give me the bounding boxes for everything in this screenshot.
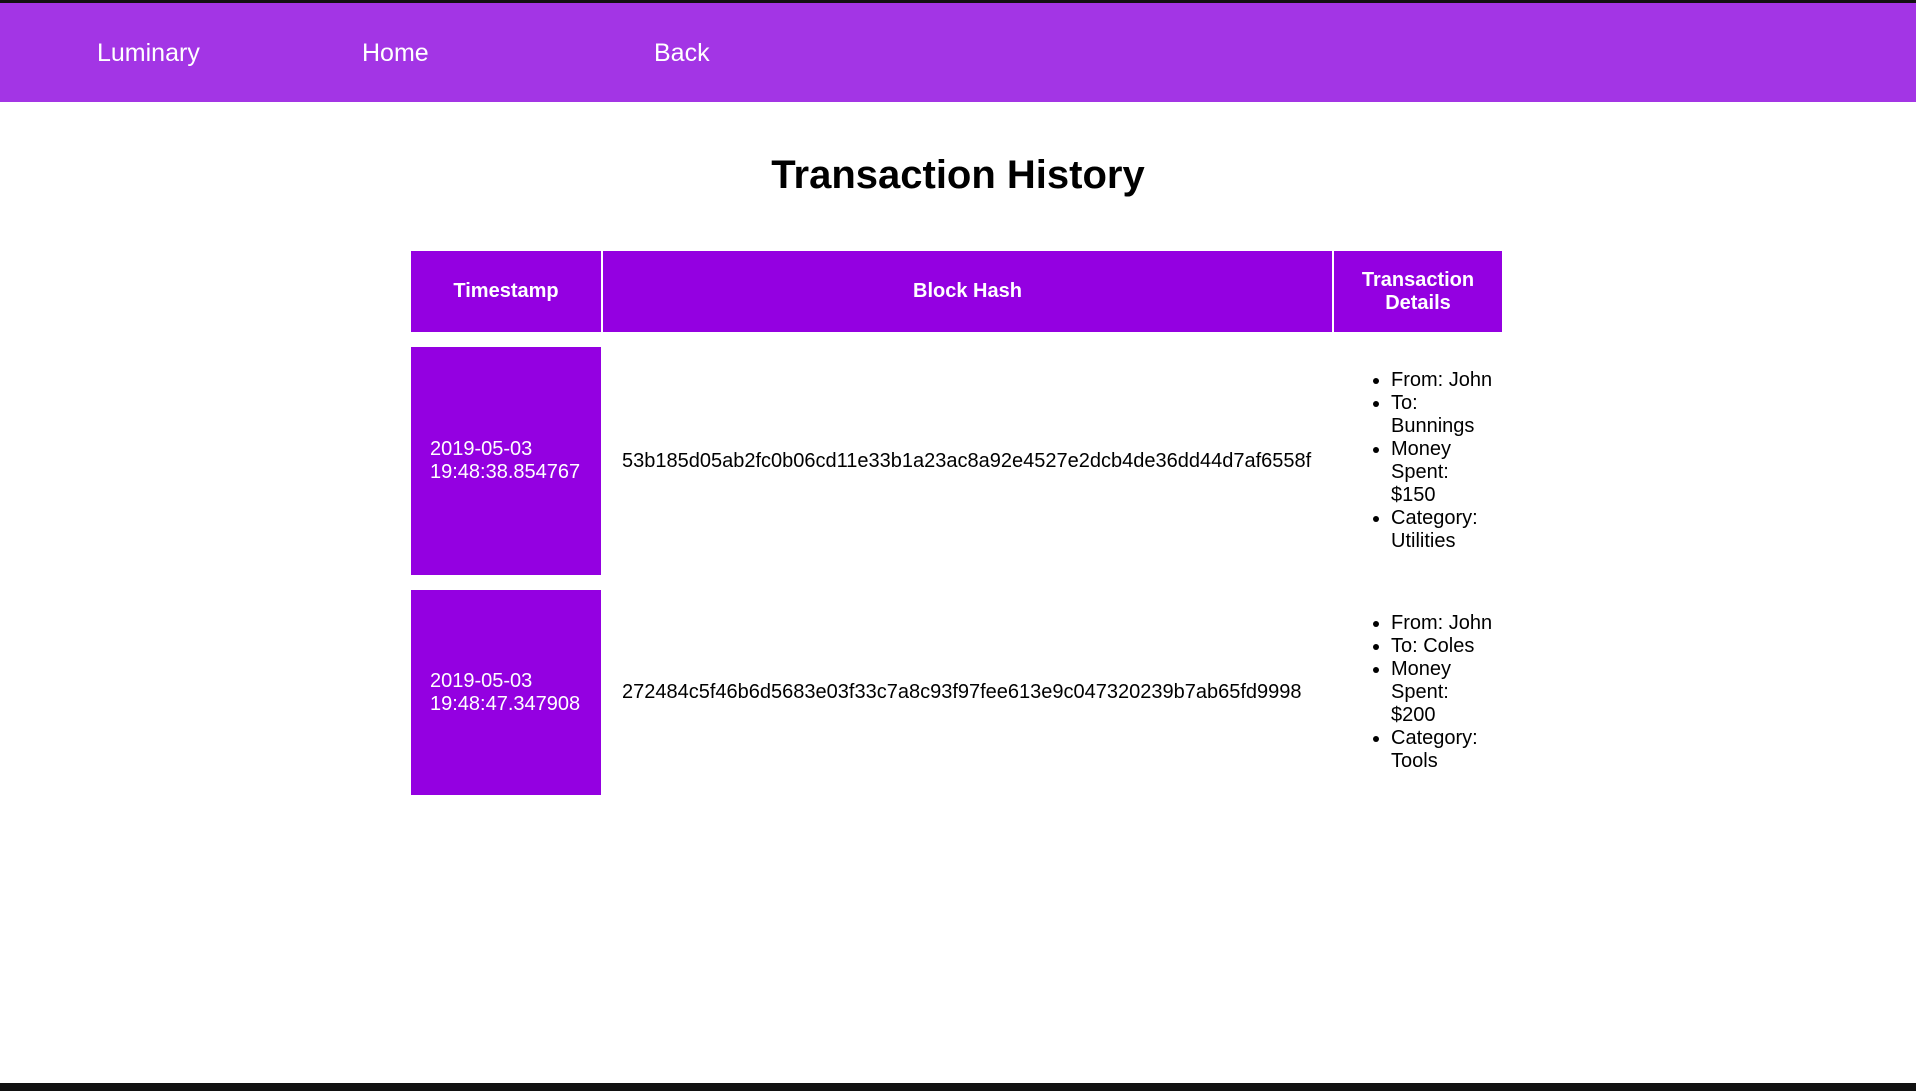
detail-money-spent: Money Spent: $150 bbox=[1391, 438, 1494, 507]
home-link[interactable]: Home bbox=[362, 3, 429, 103]
table-row: 2019-05-03 19:48:38.854767 53b185d05ab2f… bbox=[411, 347, 1502, 575]
detail-to: To: Coles bbox=[1391, 635, 1494, 658]
detail-category: Category: Utilities bbox=[1391, 507, 1494, 553]
timestamp-cell: 2019-05-03 19:48:47.347908 bbox=[411, 590, 601, 795]
table-row: 2019-05-03 19:48:47.347908 272484c5f46b6… bbox=[411, 590, 1502, 795]
transaction-details-cell: From: John To: Bunnings Money Spent: $15… bbox=[1334, 347, 1502, 575]
details-list: From: John To: Bunnings Money Spent: $15… bbox=[1334, 369, 1494, 553]
transaction-table: Timestamp Block Hash Transaction Details… bbox=[409, 236, 1504, 810]
detail-from: From: John bbox=[1391, 612, 1494, 635]
details-list: From: John To: Coles Money Spent: $200 C… bbox=[1334, 612, 1494, 773]
header-transaction-details: Transaction Details bbox=[1334, 251, 1502, 332]
top-navbar: Luminary Home Back bbox=[0, 3, 1916, 102]
detail-to: To: Bunnings bbox=[1391, 392, 1494, 438]
block-hash-cell: 272484c5f46b6d5683e03f33c7a8c93f97fee613… bbox=[622, 681, 1302, 703]
page-title: Transaction History bbox=[771, 153, 1145, 197]
brand-link[interactable]: Luminary bbox=[97, 3, 200, 103]
block-hash-cell: 53b185d05ab2fc0b06cd11e33b1a23ac8a92e452… bbox=[622, 449, 1312, 472]
header-block-hash: Block Hash bbox=[603, 251, 1332, 332]
back-link[interactable]: Back bbox=[654, 3, 710, 103]
table-header-row: Timestamp Block Hash Transaction Details bbox=[411, 251, 1502, 332]
timestamp-cell: 2019-05-03 19:48:38.854767 bbox=[411, 347, 601, 575]
transaction-details-cell: From: John To: Coles Money Spent: $200 C… bbox=[1334, 590, 1502, 795]
detail-money-spent: Money Spent: $200 bbox=[1391, 658, 1494, 727]
detail-category: Category: Tools bbox=[1391, 727, 1494, 773]
detail-from: From: John bbox=[1391, 369, 1494, 392]
header-timestamp: Timestamp bbox=[411, 251, 601, 332]
